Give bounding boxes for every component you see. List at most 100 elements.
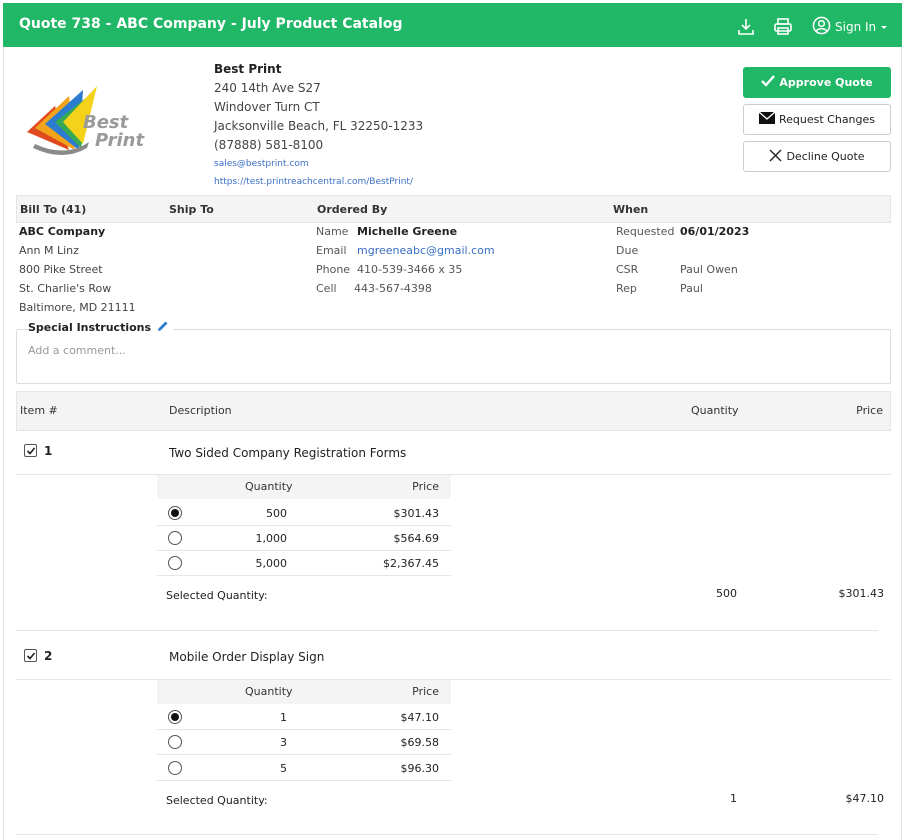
option-price: $47.10: [400, 711, 440, 724]
option-quantity: 5,000: [255, 557, 288, 570]
item-2-description: Mobile Order Display Sign: [169, 650, 325, 664]
item-2-divider: [16, 679, 891, 680]
due-label: Due: [616, 244, 639, 257]
company-name: Best Print: [214, 62, 282, 76]
decline-quote-button[interactable]: Decline Quote: [743, 141, 891, 172]
item-2-option-1[interactable]: 1 $47.10: [157, 705, 451, 730]
company-email-link[interactable]: sales@bestprint.com: [214, 155, 423, 173]
item-2-option-3[interactable]: 5 $96.30: [157, 756, 451, 781]
item-1-selected-price: $301.43: [838, 587, 885, 600]
email-label: Email: [316, 244, 347, 257]
company-address1: 240 14th Ave S27: [214, 81, 321, 95]
item-1-selected-quantity: 500: [716, 587, 737, 600]
option-quantity: 3: [280, 736, 287, 749]
option-price: $96.30: [400, 762, 440, 775]
approve-quote-label: Approve Quote: [779, 76, 873, 89]
item-1-divider: [16, 474, 891, 475]
approve-quote-button[interactable]: Approve Quote: [743, 67, 891, 98]
bill-to-city-state-zip: Baltimore, MD 21111: [19, 301, 136, 314]
company-info: Best Print 240 14th Ave S27 Windover Tur…: [214, 60, 423, 191]
bill-to-address: ABC Company Ann M Linz 800 Pike Street S…: [19, 222, 136, 317]
option-quantity: 5: [280, 762, 287, 775]
ordered-by-email-link[interactable]: mgreeneabc@gmail.com: [357, 241, 495, 260]
user-circle-icon: [812, 16, 831, 38]
ordered-by-heading: Ordered By: [317, 203, 388, 216]
option-price: $564.69: [393, 532, 440, 545]
company-address2: Windover Turn CT: [214, 100, 320, 114]
special-instructions-label: Special Instructions: [28, 320, 174, 335]
requested-label: Requested: [616, 225, 675, 238]
ordered-by-name: Michelle Greene: [357, 225, 458, 238]
price-col-heading: Price: [412, 685, 439, 698]
item-2-quantity-table-header: Quantity Price: [157, 680, 451, 704]
option-quantity: 1: [280, 711, 287, 724]
checkmark-icon: [761, 75, 776, 90]
request-changes-label: Request Changes: [778, 113, 876, 126]
item-separator: [16, 630, 878, 631]
item-1-option-3-radio[interactable]: [168, 556, 182, 570]
item-1-option-1-radio[interactable]: [168, 506, 182, 520]
ordered-by-phone: 410-539-3466 x 35: [357, 263, 463, 276]
items-table-header: Item # Description Quantity Price: [16, 391, 891, 431]
item-2-option-1-radio[interactable]: [168, 710, 182, 724]
page-title: Quote 738 - ABC Company - July Product C…: [19, 16, 403, 32]
option-price: $301.43: [393, 507, 440, 520]
rep-label: Rep: [616, 282, 637, 295]
pencil-icon[interactable]: [157, 320, 169, 335]
item-1-quantity-table-header: Quantity Price: [157, 475, 451, 499]
sign-in-menu[interactable]: Sign In: [812, 16, 888, 38]
download-icon[interactable]: [736, 17, 756, 37]
csr-label: CSR: [616, 263, 639, 276]
ordered-by-details: Name Michelle Greene Email mgreeneabc@gm…: [316, 222, 606, 302]
item-1-checkbox[interactable]: [24, 444, 37, 457]
bill-to-address2: St. Charlie's Row: [19, 282, 112, 295]
item-2-option-2[interactable]: 3 $69.58: [157, 730, 451, 755]
item-1-option-2[interactable]: 1,000 $564.69: [157, 526, 451, 551]
item-1-option-3[interactable]: 5,000 $2,367.45: [157, 551, 451, 576]
company-city-state-zip: Jacksonville Beach, FL 32250-1233: [214, 119, 424, 133]
info-section-header: Bill To (41) Ship To Ordered By When: [16, 195, 891, 223]
price-heading: Price: [856, 404, 883, 417]
price-col-heading: Price: [412, 480, 439, 493]
company-logo: Best Print: [25, 84, 147, 160]
bill-to-address1: 800 Pike Street: [19, 263, 103, 276]
item-1-option-2-radio[interactable]: [168, 531, 182, 545]
option-quantity: 1,000: [255, 532, 288, 545]
when-heading: When: [613, 203, 649, 216]
sign-in-label: Sign In: [835, 20, 877, 34]
phone-label: Phone: [316, 263, 351, 276]
special-instructions-input[interactable]: Add a comment...: [16, 329, 891, 384]
top-bar: Quote 738 - ABC Company - July Product C…: [3, 3, 902, 47]
item-2-option-2-radio[interactable]: [168, 735, 182, 749]
item-2-selected-label: Selected Quantity:: [166, 794, 268, 807]
request-changes-button[interactable]: Request Changes: [743, 104, 891, 135]
bill-to-contact: Ann M Linz: [19, 244, 79, 257]
item-2-selected-price: $47.10: [845, 792, 885, 805]
company-phone: (87888) 581-8100: [214, 138, 324, 152]
item-separator: [16, 834, 878, 835]
item-1-number: 1: [44, 444, 53, 458]
item-2-option-3-radio[interactable]: [168, 761, 182, 775]
ordered-by-cell: 443-567-4398: [354, 282, 432, 295]
company-website-link[interactable]: https://test.printreachcentral.com/BestP…: [214, 173, 423, 191]
option-quantity: 500: [266, 507, 287, 520]
caret-down-icon: [880, 20, 888, 34]
description-heading: Description: [169, 404, 232, 417]
qty-col-heading: Quantity: [245, 480, 293, 493]
special-instructions-title: Special Instructions: [28, 321, 152, 334]
quantity-heading: Quantity: [691, 404, 739, 417]
requested-date: 06/01/2023: [680, 225, 750, 238]
envelope-icon: [758, 111, 776, 127]
bill-to-company: ABC Company: [19, 225, 106, 238]
item-1-description: Two Sided Company Registration Forms: [169, 446, 407, 460]
print-icon[interactable]: [773, 17, 793, 37]
decline-quote-label: Decline Quote: [786, 150, 865, 163]
logo-text-line2: Print: [95, 130, 146, 151]
item-1-option-1[interactable]: 500 $301.43: [157, 501, 451, 526]
csr-name: Paul Owen: [680, 263, 738, 276]
item-2-selected-quantity: 1: [730, 792, 737, 805]
ship-to-heading: Ship To: [169, 203, 214, 216]
item-2-checkbox[interactable]: [24, 649, 37, 662]
qty-col-heading: Quantity: [245, 685, 293, 698]
option-price: $69.58: [400, 736, 440, 749]
